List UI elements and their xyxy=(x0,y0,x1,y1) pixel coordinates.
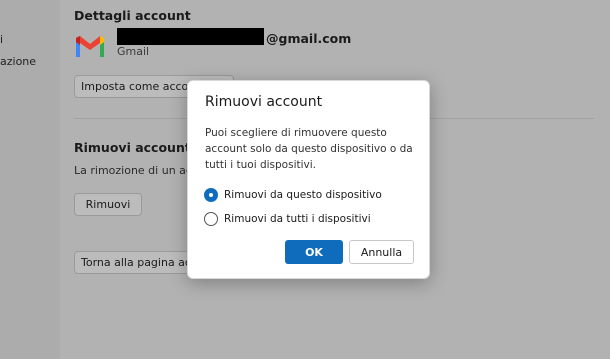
option-all-devices[interactable]: Rimuovi da tutti i dispositivi xyxy=(204,212,371,226)
account-type-label: Gmail xyxy=(117,45,150,58)
option-this-device[interactable]: Rimuovi da questo dispositivo xyxy=(204,188,382,202)
email-suffix: @gmail.com xyxy=(266,31,352,46)
radio-checked-icon[interactable] xyxy=(204,188,218,202)
remove-button[interactable]: Rimuovi xyxy=(74,193,142,216)
sidebar-item[interactable]: i xyxy=(0,33,60,46)
ok-button[interactable]: OK xyxy=(285,240,343,264)
sidebar: i azione xyxy=(0,0,60,359)
dialog-title: Rimuovi account xyxy=(205,94,323,110)
option-label: Rimuovi da tutti i dispositivi xyxy=(224,213,371,225)
option-label: Rimuovi da questo dispositivo xyxy=(224,189,382,201)
cancel-button[interactable]: Annulla xyxy=(349,240,414,264)
account-details-title: Dettagli account xyxy=(74,8,191,23)
radio-unchecked-icon[interactable] xyxy=(204,212,218,226)
remove-account-dialog: Rimuovi account Puoi scegliere di rimuov… xyxy=(187,80,430,279)
back-to-account-page-button[interactable]: Torna alla pagina accou xyxy=(74,251,204,274)
sidebar-item[interactable]: azione xyxy=(0,55,60,68)
dialog-description: Puoi scegliere di rimuovere questo accou… xyxy=(205,127,413,171)
gmail-logo-icon xyxy=(76,36,104,57)
redacted-email xyxy=(117,28,264,45)
